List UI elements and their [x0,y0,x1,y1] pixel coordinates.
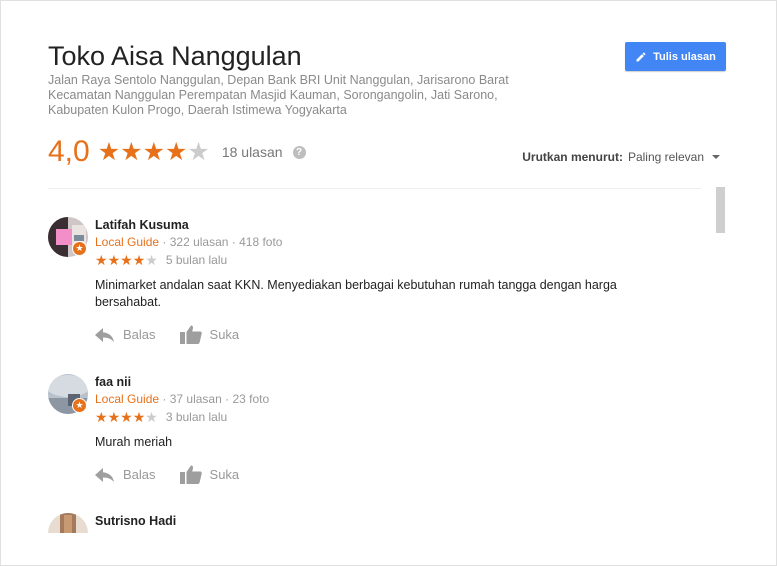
star-filled-icon: ★ [97,137,121,166]
review-text: Murah meriah [95,435,173,449]
review-text: Minimarket andalan saat KKN. Menyediakan… [95,278,617,309]
star-filled-icon: ★ [132,252,146,268]
scrollbar-thumb[interactable] [716,187,725,233]
review-item: Sutrisno Hadi [48,513,668,533]
star-filled-icon: ★ [164,137,188,166]
write-review-label: Tulis ulasan [653,50,716,63]
star-filled-icon: ★ [120,252,133,268]
star-empty-icon: ★ [187,137,210,166]
review-item: ★ Latifah Kusuma Local Guide · 322 ulasa… [48,217,668,357]
sort-dropdown[interactable]: Urutkan menurut: Paling relevan [522,150,720,164]
review-time: 3 bulan lalu [165,410,228,424]
sort-label: Urutkan menurut: [522,150,623,164]
review-rating: ★ ★ ★ ★ ★ 3 bulan lalu [95,410,227,424]
place-address: Jalan Raya Sentolo Nanggulan, Depan Bank… [48,73,509,117]
local-guide-badge-icon: ★ [72,241,87,256]
write-review-button[interactable]: Tulis ulasan [625,42,726,71]
sort-value: Paling relevan [627,150,704,164]
average-rating: 4,0 [48,135,90,168]
review-actions: Balas Suka [95,465,239,484]
review-count: 18 ulasan [221,144,283,160]
reply-button[interactable]: Balas [95,467,156,482]
reviewer-name[interactable]: faa nii [95,375,131,389]
star-filled-icon: ★ [120,137,143,166]
review-stars: ★ ★ ★ ★ ★ [95,253,158,267]
thumbs-up-icon [179,325,202,344]
star-filled-icon: ★ [120,409,133,425]
caret-down-icon [712,155,720,159]
review-stars: ★ ★ ★ ★ ★ [95,410,158,424]
place-title: Toko Aisa Nanggulan [48,41,302,71]
reviewer-name[interactable]: Latifah Kusuma [95,218,189,232]
thumbs-up-icon [179,465,202,484]
review-rating: ★ ★ ★ ★ ★ 5 bulan lalu [95,253,227,267]
reviewer-meta: Local Guide · 322 ulasan · 418 foto [95,235,283,249]
star-empty-icon: ★ [145,252,158,268]
star-filled-icon: ★ [95,252,108,268]
review-item: ★ faa nii Local Guide · 37 ulasan · 23 f… [48,374,668,494]
help-icon[interactable]: ? [292,145,306,159]
like-button[interactable]: Suka [179,465,239,484]
avatar[interactable] [48,513,88,533]
star-empty-icon: ★ [145,409,158,425]
review-actions: Balas Suka [95,325,239,344]
star-filled-icon: ★ [95,409,108,425]
divider [48,188,701,189]
star-filled-icon: ★ [107,409,121,425]
rating-summary: 4,0 ★ ★ ★ ★ ★ 18 ulasan ? [48,134,306,170]
reviewer-meta: Local Guide · 37 ulasan · 23 foto [95,392,270,406]
local-guide-badge-icon: ★ [72,398,87,413]
star-filled-icon: ★ [142,137,165,166]
like-button[interactable]: Suka [179,325,239,344]
reviews-dialog: Toko Aisa Nanggulan Jalan Raya Sentolo N… [0,0,777,566]
star-filled-icon: ★ [132,409,146,425]
review-time: 5 bulan lalu [165,253,228,267]
star-filled-icon: ★ [107,252,121,268]
reply-icon [95,327,114,342]
reviewer-name[interactable]: Sutrisno Hadi [95,514,176,528]
reply-button[interactable]: Balas [95,327,156,342]
pencil-icon [636,51,646,61]
reply-icon [95,467,114,482]
rating-stars: ★ ★ ★ ★ ★ [97,137,210,166]
